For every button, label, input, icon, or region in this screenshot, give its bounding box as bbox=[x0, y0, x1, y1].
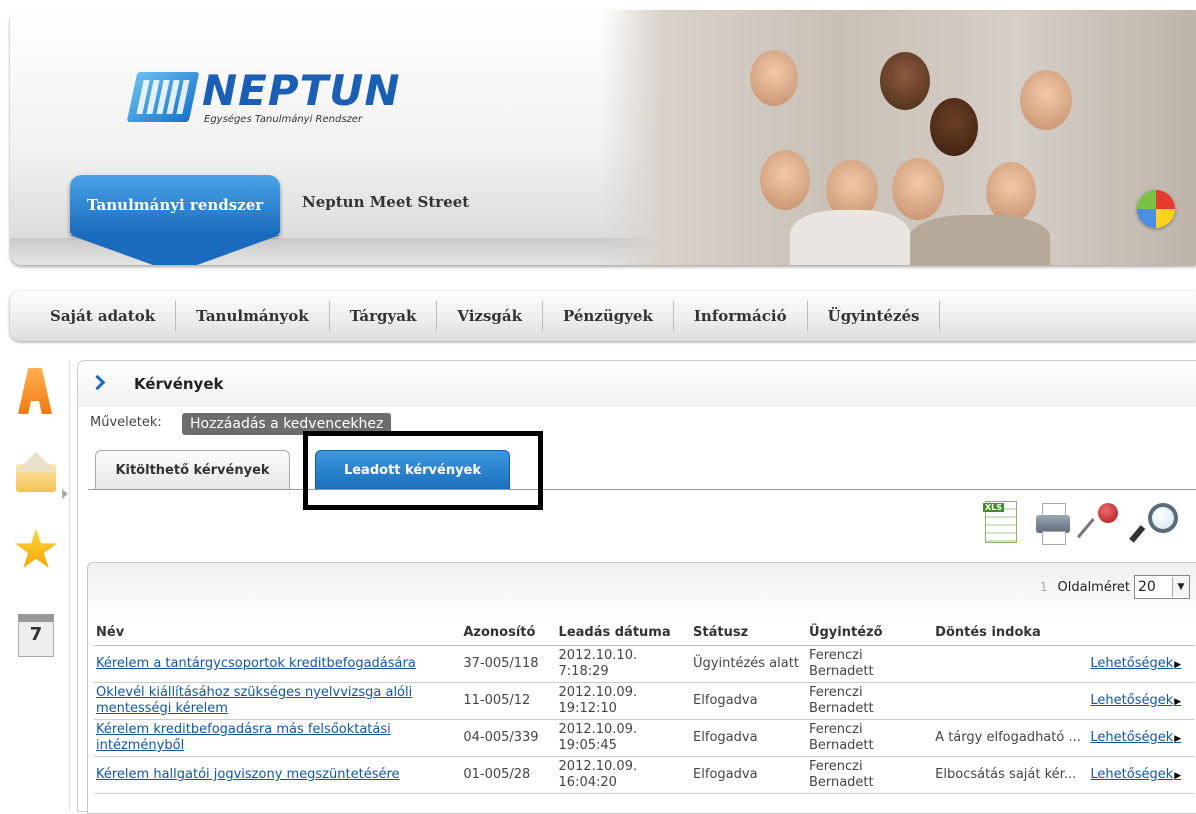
pin-icon[interactable] bbox=[1076, 501, 1124, 545]
excel-export-icon[interactable]: XLS bbox=[981, 501, 1019, 545]
pie-chart-icon[interactable] bbox=[1137, 190, 1175, 228]
table-header-row: Név Azonosító Leadás dátuma Státusz Ügyi… bbox=[94, 619, 1194, 646]
nav-ugyintezes[interactable]: Ügyintézés bbox=[808, 301, 941, 331]
requests-grid: 1 Oldalméret 20 ▼ Név Azonosító Leadás d… bbox=[87, 562, 1196, 814]
nav-targyak[interactable]: Tárgyak bbox=[330, 301, 438, 331]
request-status: Elfogadva bbox=[691, 719, 807, 757]
sidebar-toggle-icon[interactable] bbox=[62, 489, 68, 499]
calendar-icon[interactable]: 7 bbox=[14, 610, 58, 657]
request-reason: A tárgy elfogadható ... bbox=[933, 719, 1089, 757]
operations-label: Műveletek: bbox=[90, 415, 162, 430]
tab-divider bbox=[88, 489, 1196, 490]
letter-a-icon[interactable] bbox=[14, 368, 58, 414]
request-date: 2012.10.10. 7:18:29 bbox=[556, 645, 692, 683]
request-status: Elfogadva bbox=[691, 756, 807, 794]
nav-sajat-adatok[interactable]: Saját adatok bbox=[10, 301, 177, 331]
page-size-label: Oldalméret bbox=[1057, 579, 1131, 595]
col-header-statusz[interactable]: Státusz bbox=[691, 619, 807, 646]
header-photo bbox=[600, 10, 1196, 265]
options-link[interactable]: Lehetőségek bbox=[1090, 693, 1181, 708]
options-link[interactable]: Lehetőségek bbox=[1090, 730, 1181, 745]
col-header-dontes-indoka[interactable]: Döntés indoka bbox=[933, 619, 1089, 646]
logo-mark-icon bbox=[126, 72, 200, 122]
main-nav: Saját adatok Tanulmányok Tárgyak Vizsgák… bbox=[10, 291, 1196, 341]
col-header-nev[interactable]: Név bbox=[94, 619, 462, 646]
nav-informacio[interactable]: Információ bbox=[674, 301, 808, 331]
request-name-link[interactable]: Kérelem hallgatói jogviszony megszünteté… bbox=[96, 767, 400, 782]
col-header-azonosito[interactable]: Azonosító bbox=[461, 619, 557, 646]
nav-tanulmanyok[interactable]: Tanulmányok bbox=[176, 301, 330, 331]
request-id: 01-005/28 bbox=[461, 756, 557, 794]
request-date: 2012.10.09. 19:12:10 bbox=[556, 682, 692, 720]
request-name-link[interactable]: Oklevél kiállításához szükséges nyelvviz… bbox=[96, 685, 412, 716]
content-panel: Kérvények Műveletek: Hozzáadás a kedvenc… bbox=[77, 360, 1196, 814]
request-name-link[interactable]: Kérelem kreditbefogadásra más felsőoktat… bbox=[96, 722, 391, 753]
page-size-value: 20 bbox=[1138, 579, 1156, 595]
sidebar-divider bbox=[69, 360, 70, 810]
request-date: 2012.10.09. 16:04:20 bbox=[556, 756, 692, 794]
neptun-logo: NEPTUN Egységes Tanulmányi Rendszer bbox=[126, 66, 412, 136]
request-name-link[interactable]: Kérelem a tantárgycsoportok kreditbefoga… bbox=[96, 656, 416, 671]
nav-penzugyek[interactable]: Pénzügyek bbox=[543, 301, 674, 331]
request-id: 11-005/12 bbox=[461, 682, 557, 720]
request-officer: Ferenczi Bernadett bbox=[806, 682, 934, 720]
col-header-options bbox=[1088, 619, 1194, 646]
tab-neptun-meet-street[interactable]: Neptun Meet Street bbox=[302, 193, 469, 211]
header-banner: NEPTUN Egységes Tanulmányi Rendszer Tanu… bbox=[10, 10, 1196, 265]
chevron-down-icon: ▼ bbox=[1172, 577, 1189, 597]
request-date: 2012.10.09. 19:05:45 bbox=[556, 719, 692, 757]
requests-table: Név Azonosító Leadás dátuma Státusz Ügyi… bbox=[94, 619, 1194, 794]
pager: 1 Oldalméret 20 ▼ bbox=[1040, 575, 1190, 599]
request-status: Ügyintézés alatt bbox=[691, 645, 807, 683]
request-id: 37-005/118 bbox=[461, 645, 557, 683]
request-officer: Ferenczi Bernadett bbox=[806, 645, 934, 683]
options-link[interactable]: Lehetőségek bbox=[1090, 656, 1181, 671]
print-icon[interactable] bbox=[1034, 501, 1072, 545]
request-reason bbox=[933, 645, 1089, 683]
request-status: Elfogadva bbox=[691, 682, 807, 720]
request-reason: Elbocsátás saját kér... bbox=[933, 756, 1089, 794]
page-number[interactable]: 1 bbox=[1040, 580, 1048, 594]
search-icon[interactable] bbox=[1129, 501, 1178, 545]
request-id: 04-005/339 bbox=[461, 719, 557, 757]
mail-icon[interactable] bbox=[14, 450, 58, 494]
options-link[interactable]: Lehetőségek bbox=[1090, 767, 1181, 782]
request-officer: Ferenczi Bernadett bbox=[806, 719, 934, 757]
col-header-ugyintezo[interactable]: Ügyintéző bbox=[806, 619, 934, 646]
star-icon[interactable] bbox=[14, 528, 58, 572]
col-header-leadas-datuma[interactable]: Leadás dátuma bbox=[556, 619, 692, 646]
page-title: Kérvények bbox=[134, 375, 224, 393]
title-bar: Kérvények bbox=[78, 361, 1196, 407]
table-row: Kérelem a tantárgycsoportok kreditbefoga… bbox=[94, 645, 1194, 683]
request-officer: Ferenczi Bernadett bbox=[806, 756, 934, 794]
table-row: Kérelem kreditbefogadásra más felsőoktat… bbox=[94, 719, 1194, 757]
page-size-select[interactable]: 20 ▼ bbox=[1134, 575, 1190, 599]
table-row: Kérelem hallgatói jogviszony megszünteté… bbox=[94, 756, 1194, 794]
nav-vizsgak[interactable]: Vizsgák bbox=[437, 301, 543, 331]
tab-kitoltheto-kervenyek[interactable]: Kitölthető kérvények bbox=[95, 450, 290, 489]
chevron-right-icon bbox=[89, 374, 106, 391]
tab-tanulmanyi-rendszer[interactable]: Tanulmányi rendszer bbox=[70, 175, 280, 265]
table-row: Oklevél kiállításához szükséges nyelvviz… bbox=[94, 682, 1194, 720]
request-reason bbox=[933, 682, 1089, 720]
highlight-box bbox=[303, 431, 543, 510]
